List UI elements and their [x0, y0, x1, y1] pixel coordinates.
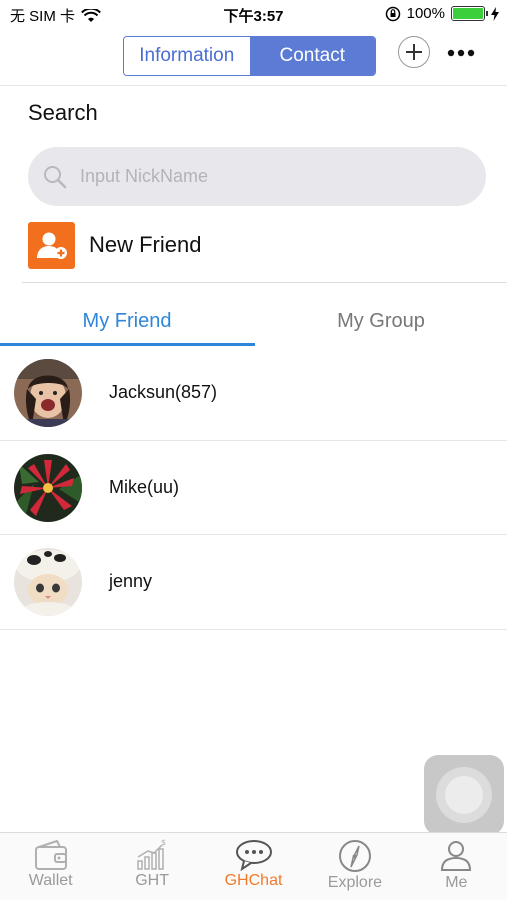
tab-me[interactable]: Me [406, 833, 507, 900]
tab-explore[interactable]: Explore [304, 833, 405, 900]
floating-home-button[interactable] [424, 755, 504, 835]
orientation-lock-icon [385, 6, 400, 21]
battery-fill [453, 8, 483, 19]
status-bar: 无 SIM 卡 下午3:57 100% [0, 0, 507, 28]
tab-wallet-label: Wallet [28, 872, 73, 889]
status-right: 100% [385, 5, 499, 22]
red-flower-avatar [14, 453, 82, 522]
floating-home-ring [436, 767, 492, 823]
chat-icon [235, 840, 272, 871]
friend-name: jenny [109, 571, 153, 591]
segmented-control: Information Contact [123, 36, 376, 76]
list-item[interactable]: Mike(uu) [0, 441, 507, 535]
divider [22, 282, 507, 283]
cat-photo-avatar [14, 548, 82, 616]
search-title: Search [28, 100, 98, 125]
friend-list: Jacksun(857) Mike(uu) jenny [0, 346, 507, 630]
nav-bar: Information Contact [0, 28, 507, 86]
add-user-icon [28, 221, 75, 269]
segment-information[interactable]: Information [124, 37, 250, 75]
tab-ght[interactable]: $ GHT [101, 833, 202, 900]
chart-icon: $ [137, 839, 166, 870]
tab-my-group[interactable]: My Group [254, 310, 507, 333]
plus-icon[interactable] [398, 36, 430, 68]
new-friend-row[interactable]: New Friend [28, 221, 488, 269]
list-item[interactable]: jenny [0, 535, 507, 630]
battery-icon [451, 6, 488, 21]
search-box[interactable] [28, 147, 486, 206]
more-icon[interactable] [447, 38, 475, 64]
tab-me-label: Me [445, 874, 468, 891]
list-item[interactable]: Jacksun(857) [0, 346, 507, 441]
user-icon [441, 841, 472, 871]
bottom-tab-bar: Wallet $ GHT GHChat Explore Me [0, 832, 507, 900]
tab-ghchat-label: GHChat [224, 872, 283, 889]
tab-wallet[interactable]: Wallet [0, 833, 101, 900]
friend-name: Jacksun(857) [109, 382, 218, 402]
child-photo-avatar [14, 359, 82, 427]
new-friend-label: New Friend [89, 232, 202, 257]
segment-contact[interactable]: Contact [249, 37, 375, 75]
tab-ght-label: GHT [135, 872, 169, 889]
battery-percent: 100% [406, 5, 445, 22]
friend-tabs: My Friend My Group [0, 300, 507, 345]
tab-explore-label: Explore [327, 874, 383, 891]
friend-name: Mike(uu) [109, 476, 180, 497]
svg-text:$: $ [161, 839, 166, 847]
tab-ghchat[interactable]: GHChat [203, 833, 304, 900]
charging-icon [491, 6, 499, 21]
floating-home-core [445, 776, 483, 814]
wallet-icon [34, 839, 67, 870]
search-input[interactable] [80, 166, 440, 187]
search-icon [44, 165, 67, 188]
tab-my-friend[interactable]: My Friend [0, 310, 254, 333]
compass-icon [338, 840, 371, 872]
